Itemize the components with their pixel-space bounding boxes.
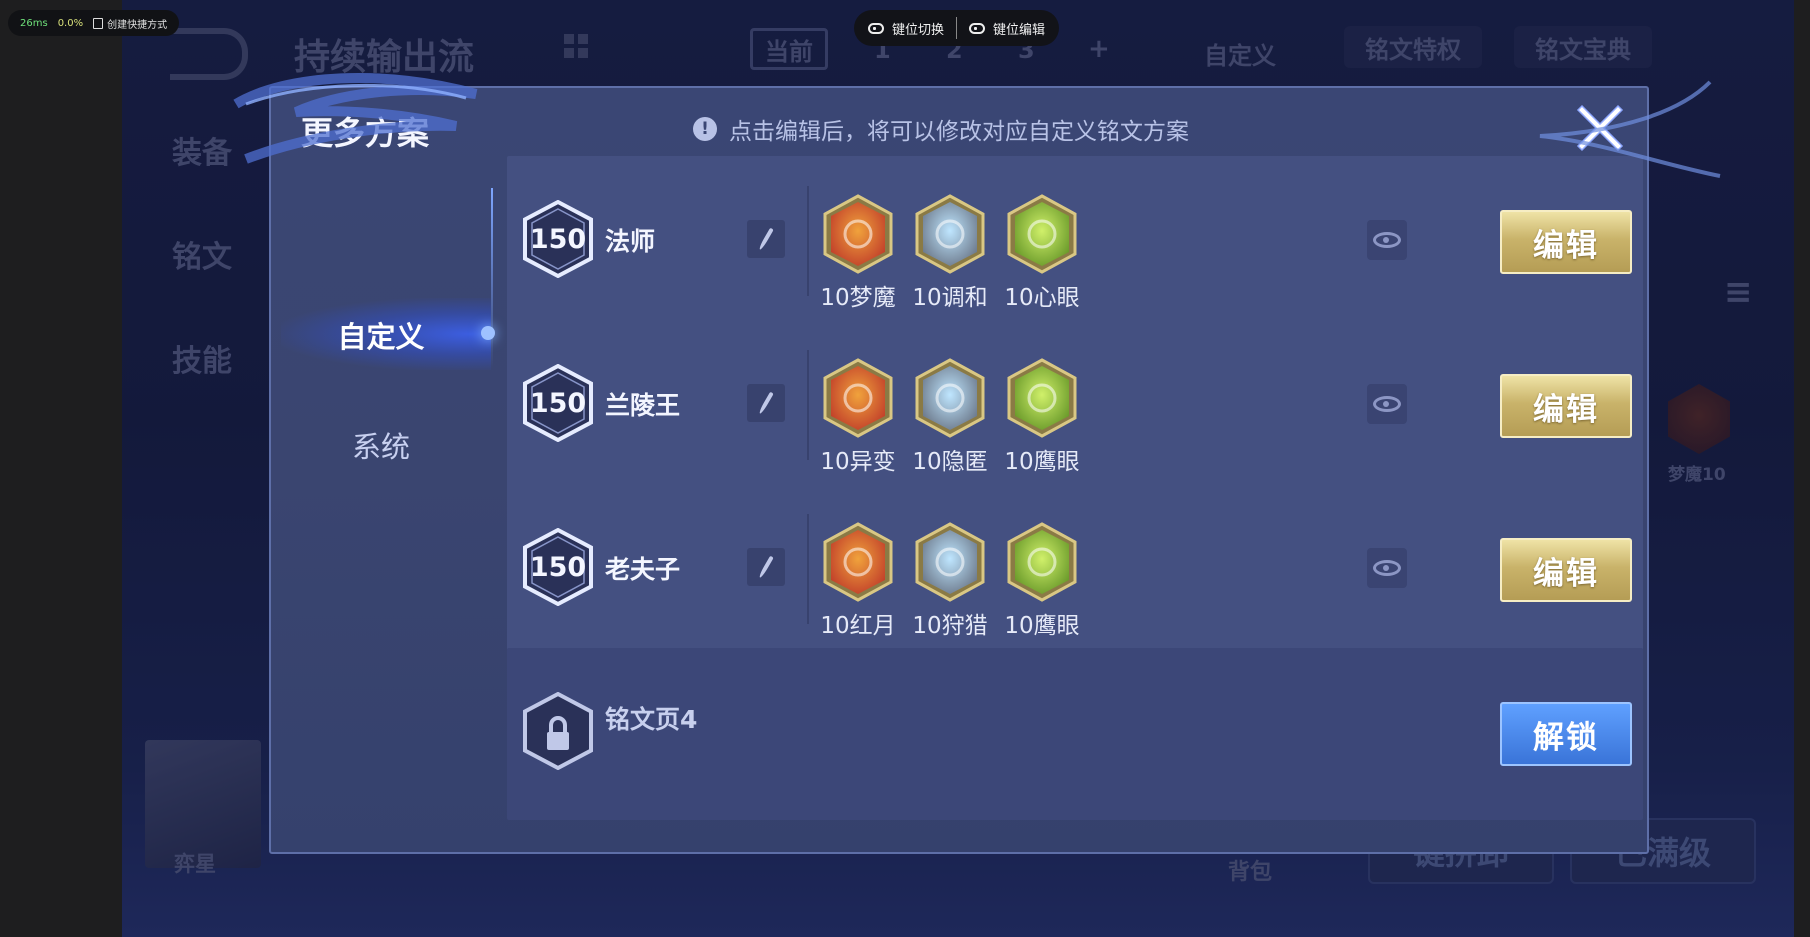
rune-item[interactable]: 10鹰眼	[1004, 522, 1080, 640]
keymap-switch-button[interactable]: 键位切换	[868, 19, 944, 38]
dialog-sidebar: 自定义 系统	[271, 178, 495, 852]
toolbar-divider	[956, 17, 958, 39]
more-plans-dialog: 更多方案 ! 点击编辑后，将可以修改对应自定义铭文方案 自定义 系统 150 法师…	[269, 86, 1649, 854]
rename-pen-icon[interactable]	[747, 548, 785, 586]
rune-icon	[1007, 522, 1077, 602]
rune-item[interactable]: 10心眼	[1004, 194, 1080, 312]
keymap-toolbar: 键位切换 键位编辑	[854, 10, 1060, 46]
rune-icon	[1007, 358, 1077, 438]
preview-eye-icon[interactable]	[1367, 384, 1407, 424]
create-shortcut[interactable]: 创建快捷方式	[93, 16, 167, 31]
hint-bar: ! 点击编辑后，将可以修改对应自定义铭文方案	[693, 112, 1189, 146]
rune-label: 10红月	[820, 613, 896, 639]
unlock-button[interactable]: 解锁	[1500, 702, 1632, 766]
shortcut-icon	[93, 17, 104, 29]
rune-icon	[823, 358, 893, 438]
percent-value: 0.0%	[57, 17, 84, 29]
rune-item[interactable]: 10隐匿	[912, 358, 988, 476]
level-badge: 150	[523, 363, 593, 443]
rune-set: 10红月 10狩猎 10鹰眼	[820, 522, 1080, 640]
rune-item[interactable]: 10红月	[820, 522, 896, 640]
rune-label: 10鹰眼	[1004, 613, 1080, 639]
edit-button[interactable]: 编辑	[1500, 210, 1632, 274]
rune-item[interactable]: 10狩猎	[912, 522, 988, 640]
gamepad-icon	[868, 22, 884, 34]
rename-pen-icon[interactable]	[747, 384, 785, 422]
row-divider	[807, 186, 809, 296]
edit-button[interactable]: 编辑	[1500, 538, 1632, 602]
level-badge: 150	[523, 199, 593, 279]
shortcut-label: 创建快捷方式	[107, 19, 168, 31]
rune-icon	[915, 194, 985, 274]
rune-label: 10梦魔	[820, 285, 896, 311]
rune-label: 10隐匿	[912, 449, 988, 475]
plan-name: 法师	[605, 227, 656, 256]
rune-icon	[1007, 194, 1077, 274]
gamepad-icon	[969, 22, 986, 34]
latency-value: 26ms	[20, 17, 48, 29]
lock-icon	[523, 691, 593, 771]
rune-label: 10鹰眼	[1004, 449, 1080, 475]
locked-plan-name: 铭文页4	[605, 705, 698, 734]
perf-indicator: 26ms 0.0% 创建快捷方式	[8, 10, 180, 36]
keymap-switch-label: 键位切换	[892, 22, 945, 38]
keymap-edit-button[interactable]: 键位编辑	[969, 19, 1045, 38]
level-value: 150	[529, 387, 587, 419]
tab-custom[interactable]: 自定义	[271, 298, 491, 370]
level-value: 150	[529, 223, 587, 255]
rune-icon	[915, 522, 985, 602]
level-value: 150	[529, 551, 587, 583]
row-divider	[807, 350, 809, 460]
hint-text: 点击编辑后，将可以修改对应自定义铭文方案	[729, 119, 1189, 145]
rune-item[interactable]: 10鹰眼	[1004, 358, 1080, 476]
close-icon[interactable]	[1568, 94, 1632, 158]
rune-set: 10梦魔 10调和 10心眼	[820, 194, 1080, 312]
plan-name: 兰陵王	[605, 391, 681, 420]
rune-item[interactable]: 10异变	[820, 358, 896, 476]
rune-label: 10调和	[912, 285, 988, 311]
rune-label: 10异变	[820, 449, 896, 475]
rename-pen-icon[interactable]	[747, 220, 785, 258]
keymap-edit-label: 键位编辑	[993, 22, 1046, 38]
rune-item[interactable]: 10调和	[912, 194, 988, 312]
level-badge: 150	[523, 527, 593, 607]
rune-label: 10心眼	[1004, 285, 1080, 311]
rune-icon	[915, 358, 985, 438]
preview-eye-icon[interactable]	[1367, 220, 1407, 260]
rune-icon	[823, 194, 893, 274]
plan-row: 150 兰陵王 10异变 10隐匿 10鹰眼 编辑	[507, 320, 1643, 492]
rune-label: 10狩猎	[912, 613, 988, 639]
tab-system[interactable]: 系统	[271, 424, 491, 466]
edit-button[interactable]: 编辑	[1500, 374, 1632, 438]
plan-name: 老夫子	[605, 555, 681, 584]
row-divider	[807, 514, 809, 624]
plan-row: 150 老夫子 10红月 10狩猎 10鹰眼 编辑	[507, 484, 1643, 656]
locked-plan-row: 铭文页4 解锁	[507, 648, 1643, 820]
rune-item[interactable]: 10梦魔	[820, 194, 896, 312]
rune-set: 10异变 10隐匿 10鹰眼	[820, 358, 1080, 476]
sidebar-divider	[491, 188, 493, 368]
dialog-title: 更多方案	[301, 114, 430, 152]
rune-icon	[823, 522, 893, 602]
active-tab-indicator	[481, 326, 495, 340]
info-icon: !	[693, 117, 717, 141]
preview-eye-icon[interactable]	[1367, 548, 1407, 588]
plan-row: 150 法师 10梦魔 10调和 10心眼 编辑	[507, 156, 1643, 328]
